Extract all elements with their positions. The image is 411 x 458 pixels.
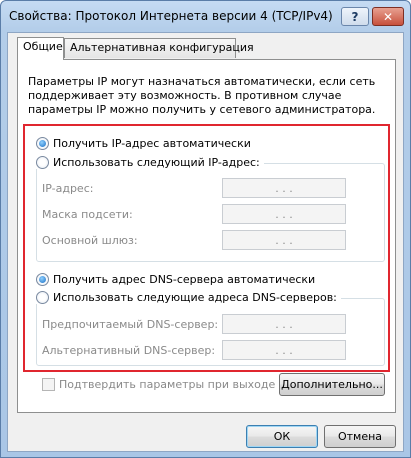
tab-panel-general: Параметры IP могут назначаться автоматич… xyxy=(17,59,396,413)
radio-ip-manual-label: Использовать следующий IP-адрес: xyxy=(53,156,260,169)
help-icon: ? xyxy=(351,9,359,24)
close-button[interactable]: ✕ xyxy=(372,7,404,26)
alternate-dns-field[interactable]: . . . xyxy=(222,340,346,360)
default-gateway-field[interactable]: . . . xyxy=(222,230,346,250)
validate-settings-checkbox[interactable]: Подтвердить параметры при выходе xyxy=(42,378,275,391)
title-bar: Свойства: Протокол Интернета версии 4 (T… xyxy=(1,1,410,31)
radio-ip-manual[interactable]: Использовать следующий IP-адрес: xyxy=(36,156,264,169)
radio-dns-auto[interactable]: Получить адрес DNS-сервера автоматически xyxy=(36,273,315,286)
subnet-mask-field[interactable]: . . . xyxy=(222,204,346,224)
radio-ip-auto[interactable]: Получить IP-адрес автоматически xyxy=(36,137,251,150)
ok-button[interactable]: ОК xyxy=(246,425,318,448)
tab-alternate-configuration[interactable]: Альтернативная конфигурация xyxy=(64,38,254,58)
ip-address-label: IP-адрес: xyxy=(42,182,94,195)
radio-ip-auto-button[interactable] xyxy=(36,137,49,150)
radio-dns-auto-button[interactable] xyxy=(36,273,49,286)
preferred-dns-label: Предпочитаемый DNS-сервер: xyxy=(42,318,219,331)
radio-ip-manual-button[interactable] xyxy=(36,156,49,169)
dialog-client-area: Общие Альтернативная конфигурация Параме… xyxy=(7,32,404,452)
ip-address-field[interactable]: . . . xyxy=(222,178,346,198)
intro-text: Параметры IP могут назначаться автоматич… xyxy=(28,75,376,116)
preferred-dns-field[interactable]: . . . xyxy=(222,314,346,334)
radio-ip-auto-label: Получить IP-адрес автоматически xyxy=(53,137,251,150)
subnet-mask-label: Маска подсети: xyxy=(42,208,133,221)
advanced-button[interactable]: Дополнительно... xyxy=(279,373,385,396)
close-icon: ✕ xyxy=(382,9,394,24)
default-gateway-label: Основной шлюз: xyxy=(42,234,138,247)
window-title: Свойства: Протокол Интернета версии 4 (T… xyxy=(9,9,333,23)
tab-general[interactable]: Общие xyxy=(17,37,64,60)
validate-settings-label: Подтвердить параметры при выходе xyxy=(59,378,276,391)
help-button[interactable]: ? xyxy=(341,7,369,26)
cancel-button[interactable]: Отмена xyxy=(324,425,396,448)
radio-dns-manual-label: Использовать следующие адреса DNS-сервер… xyxy=(53,291,337,304)
radio-dns-auto-label: Получить адрес DNS-сервера автоматически xyxy=(53,273,316,286)
radio-dns-manual-button[interactable] xyxy=(36,291,49,304)
radio-dns-manual[interactable]: Использовать следующие адреса DNS-сервер… xyxy=(36,291,341,304)
alternate-dns-label: Альтернативный DNS-сервер: xyxy=(42,344,216,357)
dialog-window: Свойства: Протокол Интернета версии 4 (T… xyxy=(0,0,411,458)
validate-settings-checkbox-box[interactable] xyxy=(42,378,55,391)
